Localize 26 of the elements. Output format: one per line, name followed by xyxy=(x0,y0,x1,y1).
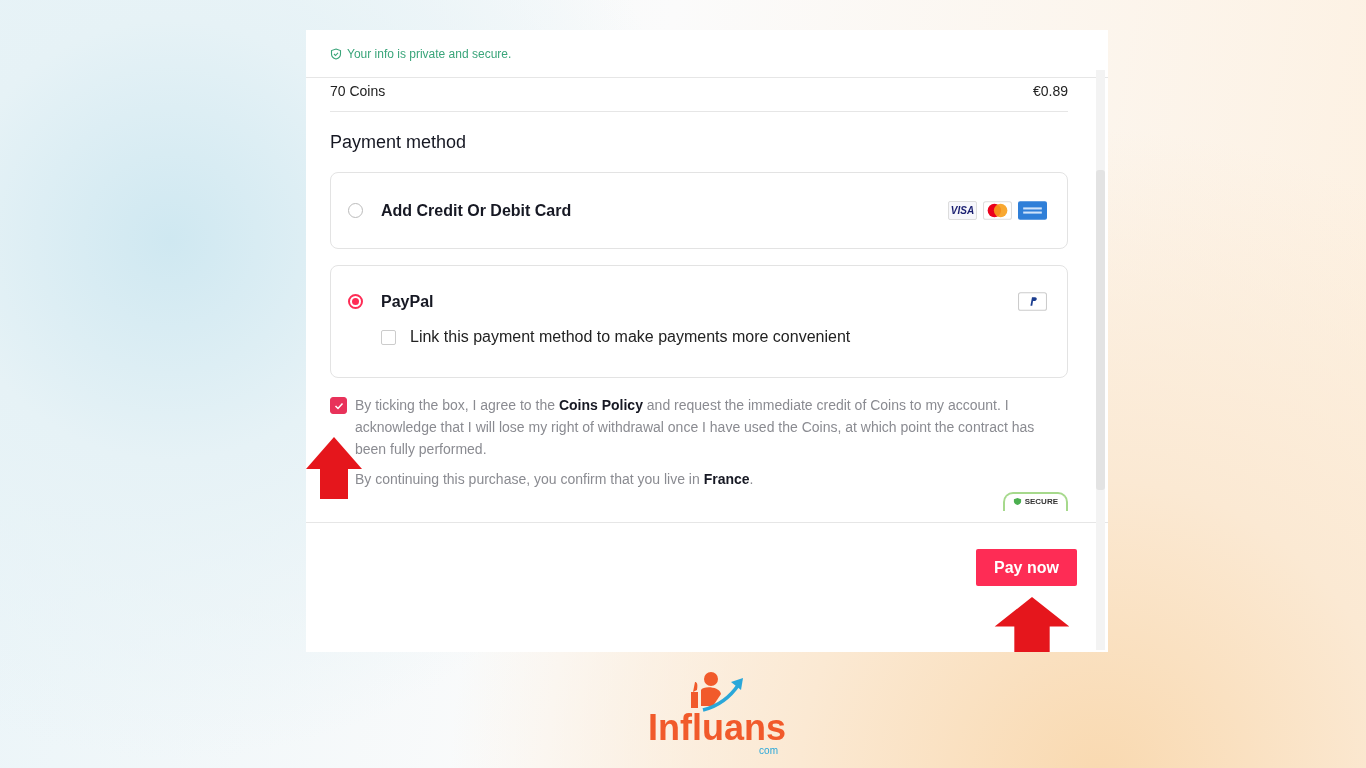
brand-suffix: com xyxy=(759,746,778,756)
brand-name: Influans xyxy=(648,710,786,746)
radio-button[interactable] xyxy=(348,294,363,309)
checkbox-label: Link this payment method to make payments more convenient xyxy=(410,328,851,346)
option-label: PayPal xyxy=(381,292,435,311)
shield-icon xyxy=(330,47,342,60)
payment-option[interactable]: PayPal Link this payment method to make payments more convenient xyxy=(330,265,1068,378)
terms-text: By ticking the box, I agree to the Coins Policy and request the immediate credit of Coins to my account. I acknowledge that I will lose my right of withdrawal once I have used the Coins, at which point the contract has been fully performed. xyxy=(355,396,1036,459)
paypal-logo xyxy=(1018,292,1047,311)
amex-logo xyxy=(1018,201,1047,220)
shield-icon xyxy=(1012,497,1022,506)
checkbox[interactable] xyxy=(381,329,396,345)
arrow-icon xyxy=(994,597,1070,652)
secure-note: Your info is private and secure. xyxy=(347,46,512,61)
scrollbar[interactable] xyxy=(1096,170,1105,490)
visa-logo: VISA xyxy=(948,201,977,220)
section-title: Payment method xyxy=(330,132,468,153)
residence-text: By continuing this purchase, you confirm that you live in France. xyxy=(355,470,755,489)
order-price: €0.89 xyxy=(1032,83,1068,99)
payment-option[interactable]: Add Credit Or Debit Card VISA xyxy=(330,172,1068,249)
pay-now-button[interactable]: Pay now xyxy=(976,549,1077,586)
checkbox[interactable] xyxy=(330,397,347,414)
order-item: 70 Coins xyxy=(330,83,386,99)
secure-badge: SECURE xyxy=(1002,492,1068,511)
option-label: Add Credit Or Debit Card xyxy=(381,201,573,220)
mastercard-logo xyxy=(983,201,1012,220)
